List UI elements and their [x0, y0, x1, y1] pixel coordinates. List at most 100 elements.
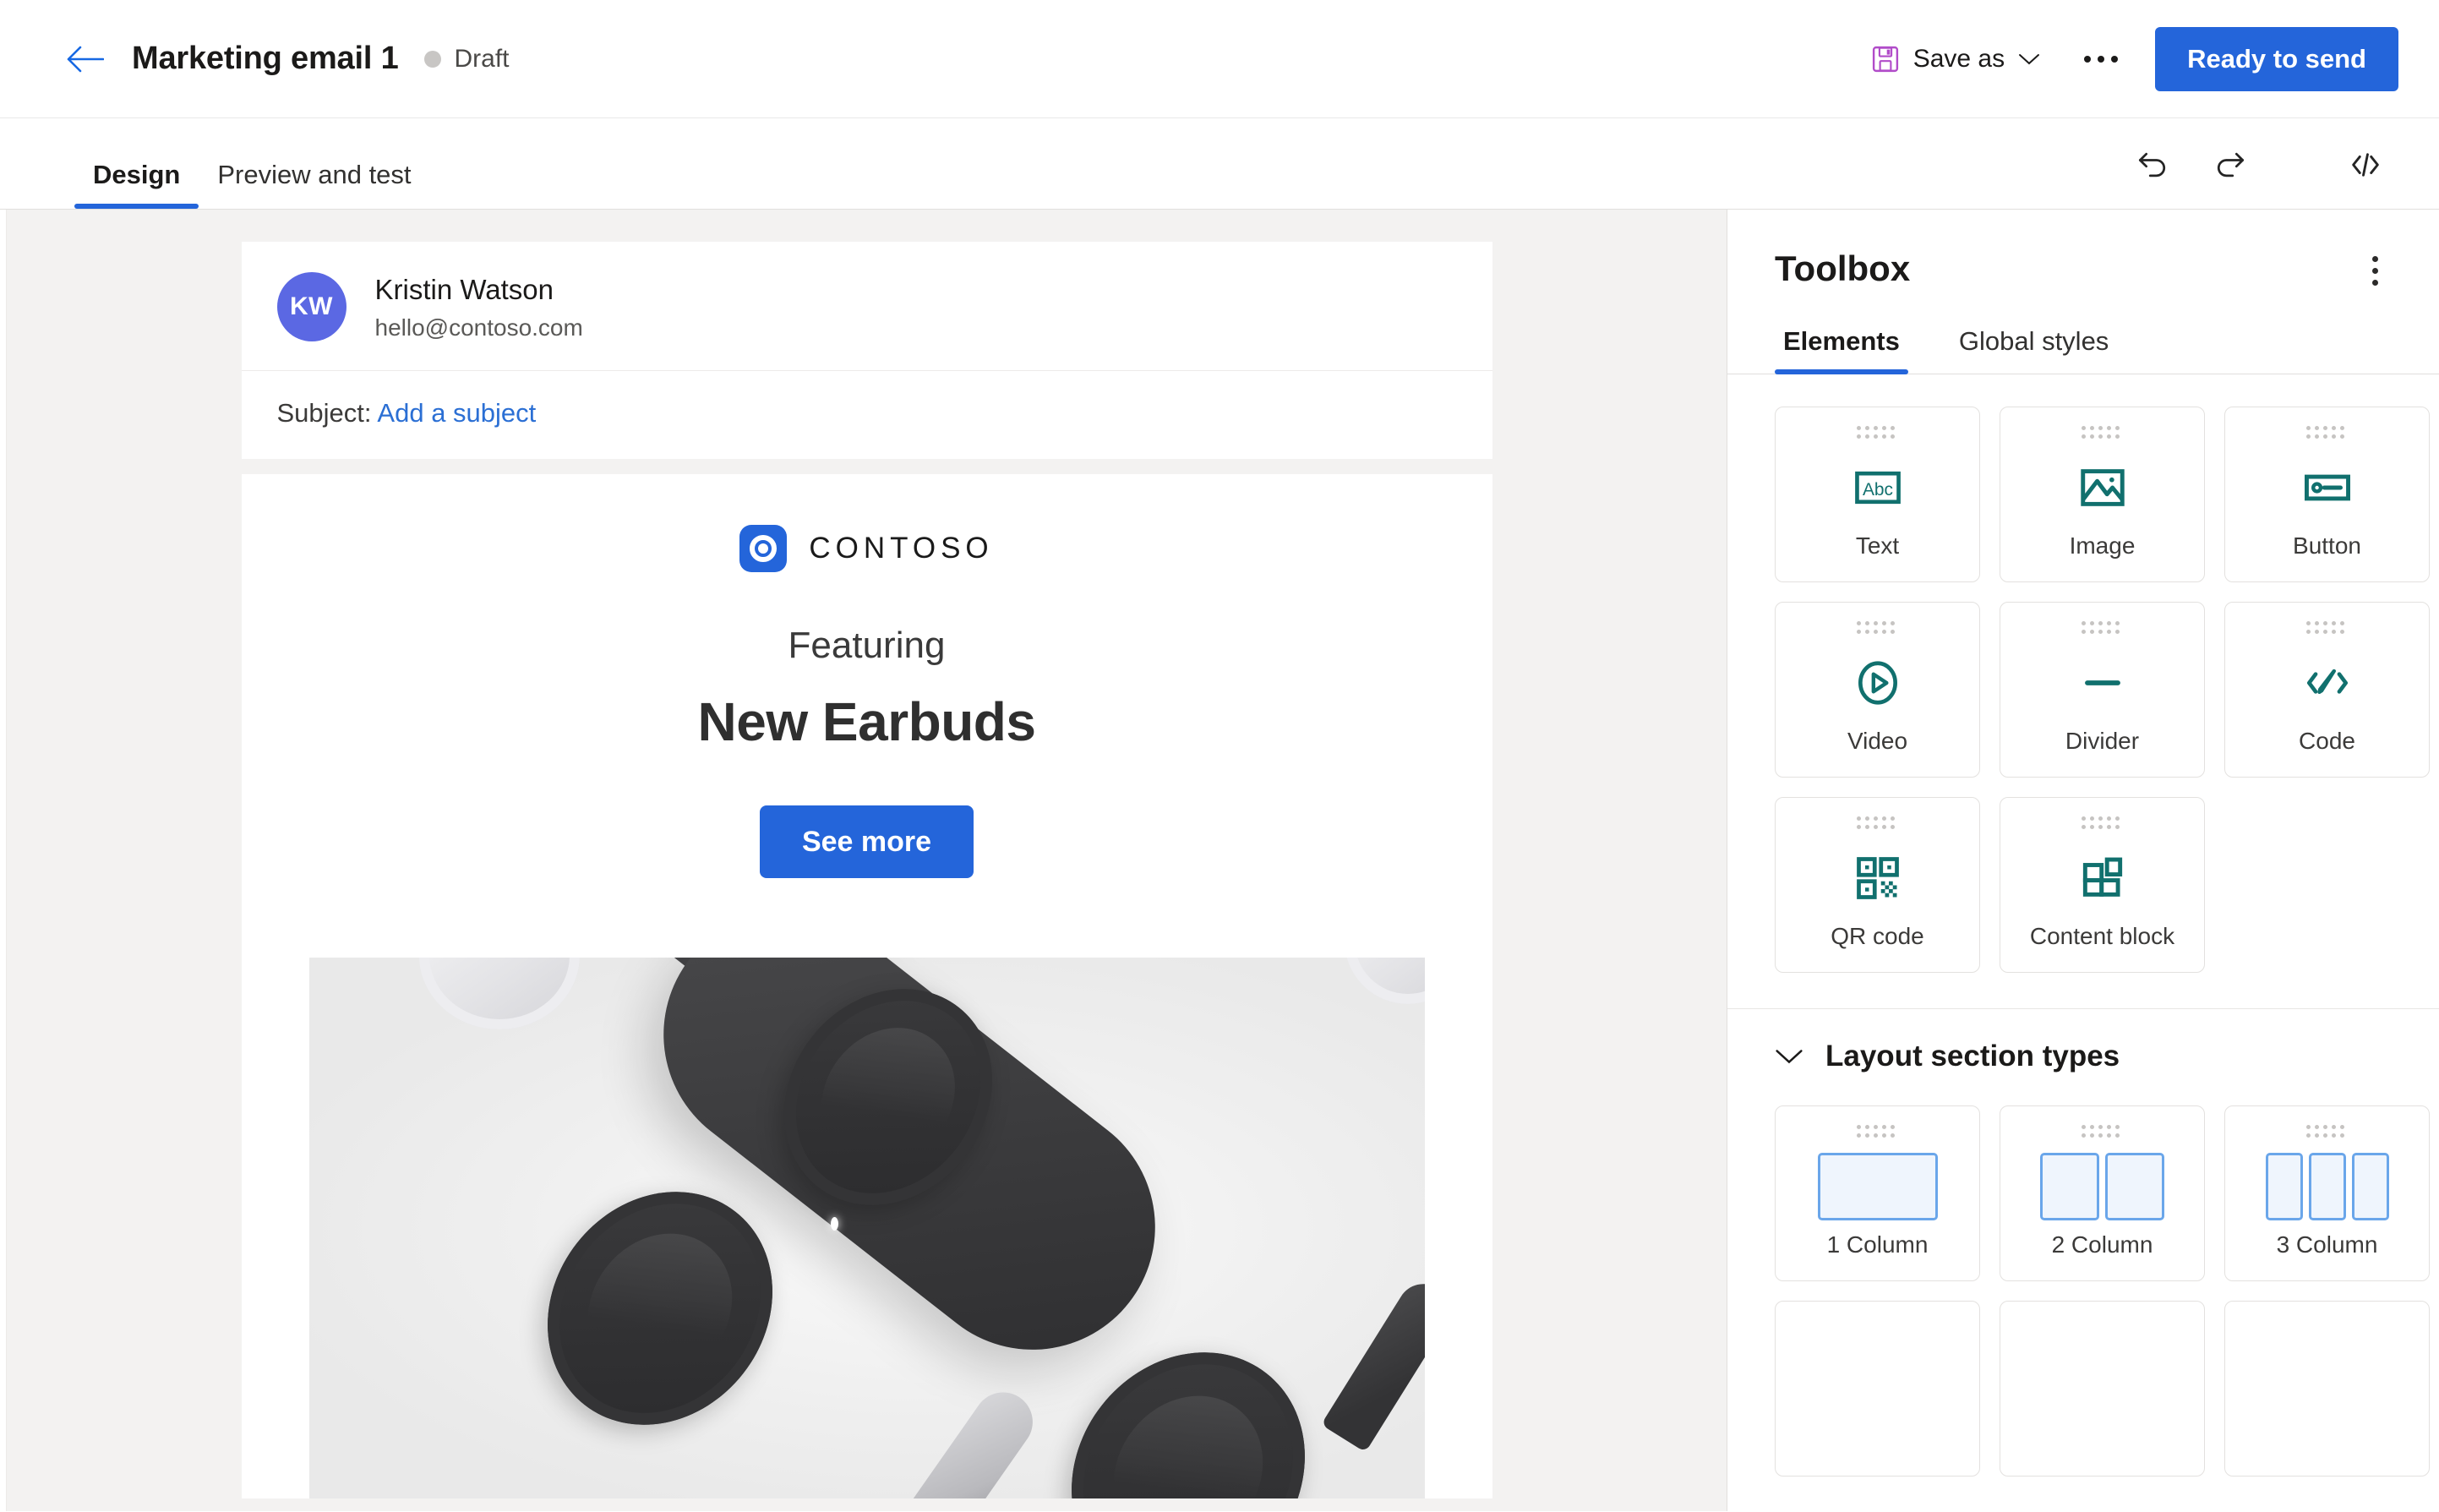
element-label: Content block	[2029, 923, 2175, 949]
layout-label: 3 Column	[2276, 1231, 2378, 1258]
drag-grip-icon	[1856, 1125, 1899, 1142]
code-pencil-icon	[2225, 638, 2429, 728]
layout-card-row2-a[interactable]	[1775, 1301, 1980, 1477]
tab-global-styles[interactable]: Global styles	[1951, 326, 2117, 374]
toolbox-more-button[interactable]	[2351, 247, 2398, 294]
sender-meta: Kristin Watson hello@contoso.com	[375, 272, 583, 341]
layout-label: 1 Column	[1826, 1231, 1929, 1258]
editor-tab-actions	[2120, 134, 2398, 209]
status-label: Draft	[454, 44, 510, 73]
layout-card-2-column[interactable]: 2 Column	[2000, 1105, 2205, 1281]
chevron-down-icon	[1776, 1050, 1803, 1064]
sender-email: hello@contoso.com	[374, 314, 583, 341]
layout-card-3-column[interactable]: 3 Column	[2224, 1105, 2430, 1281]
tab-preview-and-test[interactable]: Preview and test	[199, 118, 429, 209]
layout-label: 2 Column	[2051, 1231, 2153, 1258]
element-label: Image	[2069, 532, 2136, 559]
avatar: KW	[276, 272, 346, 341]
top-command-actions: Save as Ready to send	[1852, 26, 2398, 91]
video-play-icon	[1776, 638, 1979, 728]
tab-design[interactable]: Design	[74, 118, 199, 209]
editor-tab-bar: Design Preview and test	[0, 118, 2439, 210]
drag-grip-icon	[1856, 621, 1899, 638]
redo-icon	[2217, 152, 2245, 177]
element-card-content-block[interactable]: Content block	[2000, 797, 2205, 973]
status-badge: Draft	[423, 44, 510, 74]
toolbox-scroll-area[interactable]: Abc Text Image Button Video Divider Code…	[1727, 374, 2439, 1511]
element-label: Text	[1855, 532, 1900, 559]
logo-dot	[758, 543, 769, 554]
brand-name: CONTOSO	[809, 532, 994, 565]
drag-grip-icon	[2081, 426, 2124, 443]
page-title: Marketing email 1	[132, 41, 399, 76]
divider-line-icon	[2000, 638, 2204, 728]
image-picture-icon	[2000, 443, 2204, 532]
subject-label: Subject:	[276, 398, 372, 428]
brand-header[interactable]: CONTOSO	[242, 525, 1492, 572]
toolbox-panel: Toolbox Elements Global styles Abc Text …	[1727, 210, 2439, 1511]
layout-card-row2-b[interactable]	[2000, 1301, 2205, 1477]
background-earbud-left	[418, 958, 580, 1029]
subject-row: Subject: Add a subject	[242, 371, 1492, 459]
ready-to-send-button[interactable]: Ready to send	[2155, 26, 2398, 91]
ellipsis-icon	[2084, 55, 2119, 63]
element-card-image[interactable]: Image	[2000, 407, 2205, 582]
undo-icon	[2138, 152, 2166, 177]
element-card-qr-code[interactable]: QR code	[1775, 797, 1980, 973]
background-earbud-right	[1344, 958, 1425, 1004]
element-card-video[interactable]: Video	[1775, 602, 1980, 778]
element-label: Code	[2299, 728, 2355, 754]
element-card-code[interactable]: Code	[2224, 602, 2430, 778]
more-options-button[interactable]	[2069, 27, 2133, 91]
element-card-divider[interactable]: Divider	[2000, 602, 2205, 778]
element-label: Button	[2293, 532, 2361, 559]
email-body-card[interactable]: CONTOSO Featuring New Earbuds See more	[241, 474, 1492, 1498]
drag-grip-icon	[1856, 426, 1899, 443]
drag-grip-icon	[2081, 1125, 2124, 1142]
redo-button[interactable]	[2197, 134, 2263, 195]
element-card-text[interactable]: Abc Text	[1775, 407, 1980, 582]
save-as-label: Save as	[1912, 44, 2005, 73]
button-icon	[2225, 443, 2429, 532]
status-dot-icon	[423, 50, 441, 68]
layout-section-header[interactable]: Layout section types	[1727, 1009, 2439, 1073]
feature-kicker[interactable]: Featuring	[242, 625, 1492, 667]
drag-grip-icon	[2081, 621, 2124, 638]
see-more-button[interactable]: See more	[759, 805, 974, 878]
feature-headline[interactable]: New Earbuds	[242, 690, 1492, 753]
elements-grid: Abc Text Image Button Video Divider Code…	[1727, 374, 2439, 973]
tab-elements[interactable]: Elements	[1775, 326, 1908, 374]
chevron-down-icon	[2019, 53, 2040, 64]
back-button[interactable]	[61, 35, 108, 83]
layout-grid: 1 Column 2 Column 3 Column	[1727, 1073, 2439, 1477]
drag-grip-icon	[1856, 816, 1899, 833]
layout-card-1-column[interactable]: 1 Column	[1775, 1105, 1980, 1281]
drag-grip-icon	[2305, 621, 2349, 638]
one-column-icon	[1776, 1142, 1979, 1231]
email-header-card: KW Kristin Watson hello@contoso.com Subj…	[241, 242, 1492, 459]
left-rail	[0, 210, 7, 1511]
element-card-button[interactable]: Button	[2224, 407, 2430, 582]
toolbox-title: Toolbox	[1775, 248, 1911, 288]
contoso-ring-logo	[739, 525, 788, 572]
code-view-button[interactable]	[2333, 134, 2398, 195]
toolbox-header: Toolbox	[1727, 210, 2439, 289]
add-subject-link[interactable]: Add a subject	[377, 398, 536, 428]
hero-product-image[interactable]	[308, 958, 1425, 1498]
save-as-button[interactable]: Save as	[1852, 33, 2059, 85]
element-label: Divider	[2065, 728, 2140, 754]
drag-grip-icon	[2305, 426, 2349, 443]
charging-led-icon	[830, 1217, 838, 1231]
code-brackets-icon	[2352, 153, 2379, 177]
email-document: KW Kristin Watson hello@contoso.com Subj…	[241, 242, 1492, 1511]
undo-button[interactable]	[2120, 134, 2185, 195]
sender-row[interactable]: KW Kristin Watson hello@contoso.com	[241, 242, 1492, 371]
toolbox-tabs: Elements Global styles	[1727, 326, 2439, 374]
earbud-bottom	[500, 1146, 819, 1471]
editor-body: KW Kristin Watson hello@contoso.com Subj…	[0, 210, 2439, 1511]
email-canvas[interactable]: KW Kristin Watson hello@contoso.com Subj…	[7, 210, 1727, 1511]
layout-card-row2-c[interactable]	[2224, 1301, 2430, 1477]
element-label: QR code	[1831, 923, 1924, 949]
two-column-icon	[2000, 1142, 2204, 1231]
sender-name: Kristin Watson	[374, 274, 554, 306]
